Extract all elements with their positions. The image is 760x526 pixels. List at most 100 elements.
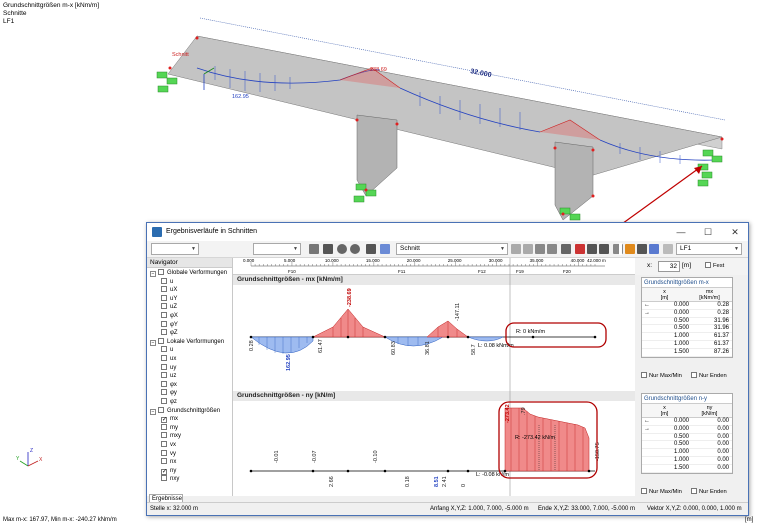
- table-row[interactable]: 1.500 0.00: [642, 465, 732, 473]
- nav-last-icon[interactable]: [547, 244, 557, 254]
- mx-only-maxmin-box[interactable]: [641, 372, 647, 378]
- nav-item[interactable]: uX: [161, 286, 177, 295]
- ny-only-ends-box[interactable]: [691, 488, 697, 494]
- nav-item-checkbox[interactable]: [161, 423, 167, 430]
- nav-prev-icon[interactable]: [523, 244, 533, 254]
- ny-only-ends-checkbox[interactable]: Nur Enden: [691, 488, 727, 496]
- fixed-checkbox-box[interactable]: [705, 262, 711, 268]
- zoom-out-icon[interactable]: [350, 244, 360, 254]
- nav-item[interactable]: my: [161, 423, 178, 433]
- table-row[interactable]: 1.000 61.37: [642, 341, 732, 349]
- probe-icon[interactable]: [587, 244, 597, 254]
- options-icon[interactable]: [663, 244, 673, 254]
- table-row[interactable]: → 0.000 0.28: [642, 310, 732, 318]
- nav-item[interactable]: φy: [161, 389, 177, 398]
- nav-item[interactable]: vx: [161, 441, 176, 450]
- nav-group[interactable]: − Lokale Verformungen: [150, 337, 224, 347]
- nav-item[interactable]: uZ: [161, 303, 177, 312]
- nav-item[interactable]: ny: [161, 467, 176, 476]
- x-position-input[interactable]: 32: [658, 261, 680, 272]
- nav-item[interactable]: mxy: [161, 432, 181, 441]
- diagram-area[interactable]: Grundschnittgrößen - mx [kNm/m] Grundsch…: [233, 275, 635, 496]
- nav-item-checkbox[interactable]: [161, 355, 167, 361]
- nav-item[interactable]: nx: [161, 458, 176, 467]
- nav-item-checkbox[interactable]: [161, 346, 167, 353]
- table-row[interactable]: ← 0.000 0.00: [642, 418, 732, 426]
- nav-item[interactable]: u: [161, 277, 173, 287]
- window-titlebar[interactable]: Ergebnisverläufe in Schnitten — ☐ ✕: [147, 223, 748, 241]
- result-diagram-window[interactable]: Ergebnisverläufe in Schnitten — ☐ ✕ ▼ ▼ …: [146, 222, 749, 516]
- nav-item-checkbox[interactable]: [161, 312, 167, 318]
- fixed-checkbox[interactable]: Fest: [705, 262, 724, 270]
- nav-item-checkbox[interactable]: [161, 294, 167, 301]
- table-row[interactable]: ← 0.000 0.28: [642, 302, 732, 310]
- print-icon[interactable]: [309, 244, 319, 254]
- smooth-icon[interactable]: [637, 244, 647, 254]
- expand-icon[interactable]: −: [150, 271, 156, 277]
- nav-item[interactable]: φX: [161, 312, 178, 321]
- nav-item[interactable]: uy: [161, 363, 176, 373]
- section-combo[interactable]: Schnitt ▼: [396, 243, 508, 255]
- mx-only-ends-checkbox[interactable]: Nur Enden: [691, 372, 727, 380]
- mx-only-ends-box[interactable]: [691, 372, 697, 378]
- table-row[interactable]: 1.000 61.37: [642, 333, 732, 341]
- table-mx[interactable]: Grundschnittgrößen m-x x [m] mx [kNm/m] …: [641, 277, 733, 358]
- nav-item[interactable]: uz: [161, 372, 176, 381]
- nav-item-checkbox[interactable]: [161, 449, 167, 456]
- nav-item-checkbox[interactable]: [161, 277, 167, 284]
- nav-item[interactable]: φz: [161, 398, 177, 407]
- pin-icon[interactable]: [561, 244, 571, 254]
- table-icon[interactable]: [649, 244, 659, 254]
- support-icon[interactable]: [625, 244, 635, 254]
- nav-item[interactable]: mx: [161, 415, 178, 424]
- section-ruler[interactable]: 0.000 5.000 10.000 15.000 20.000 25.000 30.000…: [233, 258, 635, 275]
- table-row[interactable]: 0.500 0.00: [642, 441, 732, 450]
- nav-group-checkbox[interactable]: [158, 269, 164, 275]
- expand-icon[interactable]: −: [150, 339, 156, 346]
- nav-item[interactable]: nxy: [161, 475, 179, 484]
- combo-2[interactable]: ▼: [253, 243, 301, 255]
- values-icon[interactable]: [599, 244, 609, 254]
- nav-group-checkbox[interactable]: [158, 337, 164, 344]
- fit-icon[interactable]: [323, 244, 333, 254]
- nav-first-icon[interactable]: [511, 244, 521, 254]
- settings-icon[interactable]: [366, 244, 376, 254]
- nav-group-checkbox[interactable]: [158, 406, 164, 413]
- nav-item[interactable]: vy: [161, 449, 176, 459]
- ny-only-maxmin-checkbox[interactable]: Nur Max/Min: [641, 488, 682, 496]
- nav-item-checkbox[interactable]: [161, 417, 167, 424]
- minimize-button[interactable]: —: [668, 223, 694, 241]
- close-button[interactable]: ✕: [722, 223, 748, 241]
- nav-item[interactable]: φZ: [161, 329, 178, 338]
- section-icon[interactable]: [380, 244, 390, 254]
- filter-icon[interactable]: [575, 244, 585, 254]
- nav-item-checkbox[interactable]: [161, 389, 167, 396]
- nav-item-checkbox[interactable]: [161, 380, 167, 387]
- table-ny[interactable]: Grundschnittgrößen n-y x [m] ny [kN/m] ←…: [641, 393, 733, 474]
- nav-item[interactable]: ux: [161, 355, 176, 364]
- table-row[interactable]: 1.500 87.26: [642, 349, 732, 357]
- nav-item-checkbox[interactable]: [161, 329, 167, 336]
- nav-item-checkbox[interactable]: [161, 432, 167, 439]
- nav-item-checkbox[interactable]: [161, 320, 167, 327]
- nav-item-checkbox[interactable]: [161, 286, 167, 293]
- table-row[interactable]: 0.500 0.00: [642, 434, 732, 442]
- nav-item[interactable]: φY: [161, 320, 178, 330]
- nav-item-checkbox[interactable]: [161, 363, 167, 370]
- table-row[interactable]: 0.500 31.96: [642, 325, 732, 334]
- table-row[interactable]: → 0.000 0.00: [642, 426, 732, 434]
- nav-item-checkbox[interactable]: [161, 468, 167, 475]
- nav-item-checkbox[interactable]: [161, 441, 167, 447]
- nav-item[interactable]: φx: [161, 380, 177, 390]
- expand-icon[interactable]: −: [150, 408, 156, 415]
- table-row[interactable]: 0.500 31.96: [642, 318, 732, 326]
- nav-item-checkbox[interactable]: [161, 398, 167, 404]
- table-row[interactable]: 1.000 0.00: [642, 457, 732, 465]
- maximize-button[interactable]: ☐: [695, 223, 721, 241]
- zoom-in-icon[interactable]: [337, 244, 347, 254]
- nav-item[interactable]: uY: [161, 294, 177, 304]
- nav-item-checkbox[interactable]: [161, 458, 167, 465]
- nav-group[interactable]: − Grundschnittgrößen: [150, 406, 220, 416]
- mx-only-maxmin-checkbox[interactable]: Nur Max/Min: [641, 372, 682, 380]
- nav-item-checkbox[interactable]: [161, 303, 167, 310]
